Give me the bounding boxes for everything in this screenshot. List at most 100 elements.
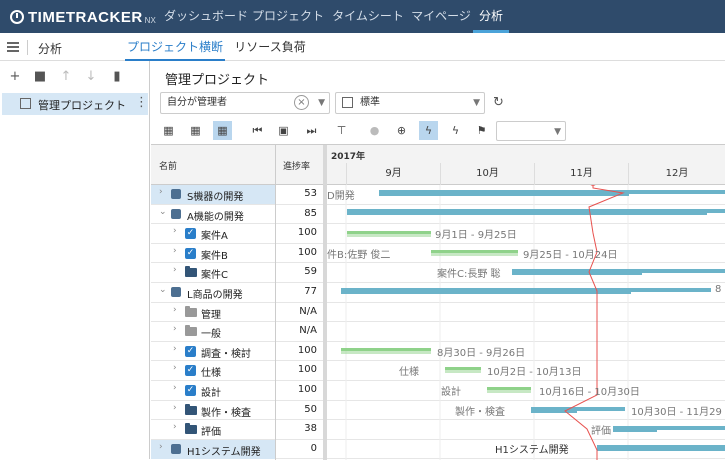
calendar-icon[interactable]: ▦ [159,121,178,140]
chevron-right-icon[interactable]: › [173,246,177,256]
arrow-up-icon[interactable]: ↑ [59,69,73,84]
gantt-label: H1システム開発 [495,445,569,456]
project-icon [171,189,181,199]
chevron-right-icon[interactable]: › [173,324,177,334]
gantt-bar[interactable] [597,445,725,451]
gantt-bar[interactable] [347,231,431,234]
name-cell[interactable]: › 評価 [151,420,275,439]
gantt-bar[interactable] [445,367,481,370]
zoom-select[interactable]: ▼ [496,121,566,141]
owner-filter-select[interactable]: 自分が管理者 × ▼ [160,92,330,114]
chevron-down-icon[interactable]: ⌄ [159,207,167,217]
gantt-label: 10月2日 - 10月13日 [487,367,582,378]
name-cell[interactable]: › H1システム開発 [151,439,275,459]
folder-icon[interactable]: ■ [33,69,47,84]
name-cell[interactable]: › ✓ 案件A [151,224,275,243]
name-cell[interactable]: › 一般 [151,322,275,341]
name-cell[interactable]: › ✓ 設計 [151,381,275,400]
chevron-right-icon[interactable]: › [173,305,177,315]
tab-cross-project[interactable]: プロジェクト横断 [125,33,225,61]
app-logo[interactable]: TIMETRACKER NX [10,7,156,27]
clear-icon[interactable]: × [294,95,309,110]
name-cell[interactable]: › 案件C [151,263,275,282]
checkbox-icon: ✓ [185,247,196,259]
tree-item-managed-projects[interactable]: 管理プロジェクト ⋮ [2,93,148,115]
tab-resource-load[interactable]: リソース負荷 [232,33,308,61]
clock-icon [10,10,24,24]
column-header-progress[interactable]: 進捗率 [283,159,310,172]
name-cell[interactable]: › 管理 [151,303,275,322]
folder-icon [185,305,197,317]
view-value: 標準 [360,97,380,108]
chevron-down-icon[interactable]: ⌄ [159,285,167,295]
calendar-month-icon[interactable]: ▦ [213,121,232,140]
today-icon[interactable]: ▣ [274,121,293,140]
gantt-label: 8月30日 - 9月26日 [437,348,526,359]
gantt-label: 設計 [441,387,461,398]
chevron-right-icon[interactable]: › [173,422,177,432]
pin-icon[interactable]: ● [365,121,384,140]
row-name: S機器の開発 [187,192,244,203]
month-label: 11月 [534,163,628,185]
gantt-bar[interactable] [341,288,711,292]
name-cell[interactable]: ⌄ A機能の開発 [151,205,275,224]
row-name: A機能の開発 [187,211,244,223]
gantt-bar[interactable] [512,269,725,273]
nav-item-dashboard[interactable]: ダッシュボード [160,0,252,33]
calendar-week-icon[interactable]: ▦ [186,121,205,140]
checkbox-icon: ✓ [185,385,196,396]
chevron-right-icon[interactable]: › [173,403,177,413]
name-cell[interactable]: › ✓ 案件B [151,244,275,263]
row-progress: 0 [310,442,317,454]
refresh-icon[interactable]: ↻ [493,95,504,110]
chevron-down-icon[interactable]: ▼ [554,122,561,142]
sub-navigation-bar: 分析 プロジェクト横断 リソース負荷 [0,33,725,61]
row-progress: 77 [304,286,317,297]
view-select[interactable]: 標準 ▼ [335,92,485,114]
chevron-right-icon[interactable]: › [173,344,177,354]
nav-item-mypage[interactable]: マイページ [410,0,472,33]
more-vertical-icon[interactable]: ⋮ [135,95,148,110]
column-divider [275,145,276,460]
chevron-right-icon[interactable]: › [173,226,177,236]
chevron-down-icon[interactable]: ▼ [473,93,480,113]
arrow-down-icon[interactable]: ↓ [84,69,98,84]
row-name: 評価 [201,427,221,439]
name-cell[interactable]: › S機器の開発 [151,185,275,204]
nav-item-analysis[interactable]: 分析 [473,0,509,33]
first-icon[interactable]: ⏮ [248,121,267,140]
hamburger-menu-icon[interactable] [7,42,19,52]
gantt-label: D開発 [327,191,355,202]
chevron-right-icon[interactable]: › [173,363,177,373]
chevron-right-icon[interactable]: › [159,187,163,197]
nav-item-project[interactable]: プロジェクト [252,0,324,33]
chevron-right-icon[interactable]: › [159,442,163,452]
gantt-bar[interactable] [341,348,431,351]
download-icon[interactable]: ⊕ [392,121,411,140]
name-cell[interactable]: › 製作・検査 [151,401,275,420]
plus-icon[interactable]: + [8,69,22,84]
name-cell[interactable]: › ✓ 調査・検討 [151,342,275,361]
name-cell[interactable]: ⌄ L商品の開発 [151,283,275,302]
row-progress: 100 [297,227,317,239]
name-cell[interactable]: › ✓ 仕様 [151,361,275,380]
gantt-bar[interactable] [379,190,725,194]
nav-item-timesheet[interactable]: タイムシート [326,0,410,33]
chevron-down-icon[interactable]: ▼ [318,93,325,113]
folder-icon [185,403,197,415]
gantt-bar[interactable] [431,250,518,253]
last-icon[interactable]: ⏭ [302,121,321,140]
gantt-label: 製作・検査 [455,407,505,418]
gantt-bar[interactable] [487,387,531,390]
trash-icon[interactable]: ▮ [110,69,124,84]
hierarchy-icon[interactable]: ⊤ [332,121,351,140]
chevron-right-icon[interactable]: › [173,383,177,393]
gantt-bar[interactable] [531,407,625,411]
flag-icon[interactable]: ⚑ [472,121,491,140]
gantt-bar[interactable] [613,426,725,430]
chevron-right-icon[interactable]: › [173,265,177,275]
lightning-a-icon[interactable]: ϟ [446,121,465,140]
column-header-name[interactable]: 名前 [159,159,177,172]
gantt-bar[interactable] [347,209,725,213]
lightning-icon[interactable]: ϟ [419,121,438,140]
